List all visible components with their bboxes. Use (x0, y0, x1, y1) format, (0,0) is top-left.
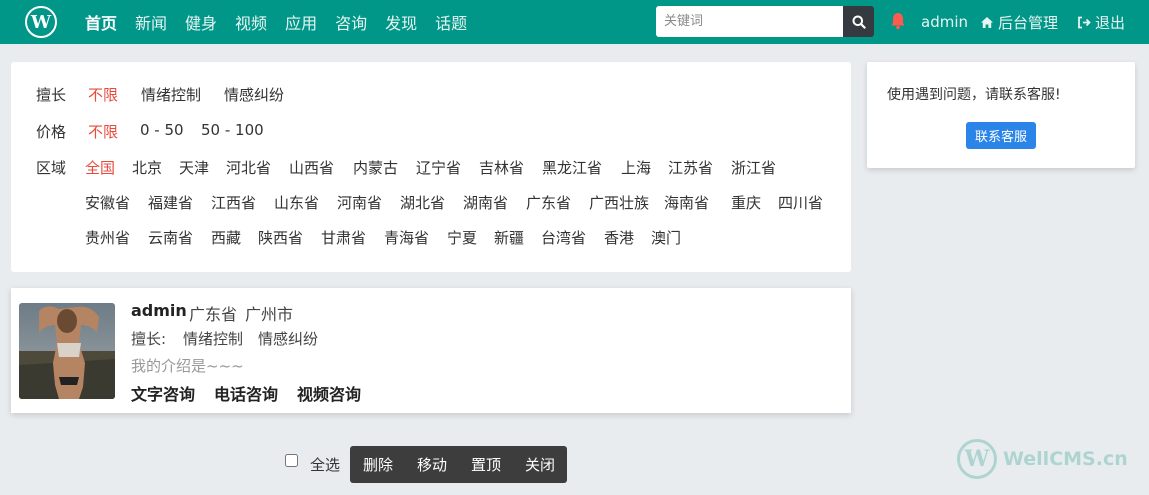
region-option[interactable]: 河北省 (226, 157, 271, 178)
region-option[interactable]: 辽宁省 (416, 157, 461, 178)
search-button[interactable] (843, 6, 874, 37)
skill-option-any[interactable]: 不限 (88, 84, 118, 105)
wellcms-watermark: W WellCMS.cn (957, 437, 1137, 481)
nav-item-video[interactable]: 视频 (235, 10, 267, 34)
site-logo[interactable]: W (25, 6, 57, 38)
region-option[interactable]: 新疆 (494, 227, 524, 248)
search-input[interactable] (656, 6, 843, 37)
video-consult-link[interactable]: 视频咨询 (297, 381, 361, 405)
region-option[interactable]: 浙江省 (731, 157, 776, 178)
region-option[interactable]: 山东省 (274, 192, 319, 213)
delete-button[interactable]: 删除 (350, 446, 405, 483)
region-option[interactable]: 四川省 (778, 192, 823, 213)
nav-item-consult[interactable]: 咨询 (335, 10, 367, 34)
price-option-any[interactable]: 不限 (88, 121, 118, 142)
nav-logout-link[interactable]: 退出 (1077, 0, 1125, 44)
region-option[interactable]: 澳门 (651, 227, 681, 248)
search-icon (852, 15, 866, 29)
home-icon (981, 16, 993, 28)
price-option-0-50[interactable]: 0 - 50 (140, 121, 184, 139)
region-option[interactable]: 全国 (85, 157, 115, 178)
watermark-text: WellCMS.cn (1003, 448, 1128, 470)
nav-item-apps[interactable]: 应用 (285, 10, 317, 34)
user-card: admin 广东省 广州市 擅长: 情绪控制 情感纠纷 我的介绍是~~~ 文字咨… (11, 288, 851, 413)
region-option[interactable]: 香港 (604, 227, 634, 248)
user-intro: 我的介绍是~~~ (131, 357, 244, 375)
region-option[interactable]: 天津 (179, 157, 209, 178)
select-all-label[interactable]: 全选 (310, 454, 340, 475)
logout-icon (1078, 16, 1091, 28)
nav-item-discover[interactable]: 发现 (385, 10, 417, 34)
nav-item-news[interactable]: 新闻 (135, 10, 167, 34)
region-option[interactable]: 青海省 (384, 227, 429, 248)
pin-top-button[interactable]: 置顶 (459, 446, 513, 483)
user-skill-tag[interactable]: 情感纠纷 (258, 328, 318, 349)
region-option[interactable]: 江苏省 (668, 157, 713, 178)
nav-user[interactable]: admin (921, 0, 968, 44)
close-button[interactable]: 关闭 (513, 446, 567, 483)
avatar-photo (19, 303, 115, 399)
price-filter-label: 价格 (36, 123, 67, 141)
skill-option-relationship[interactable]: 情感纠纷 (224, 84, 284, 105)
text-consult-link[interactable]: 文字咨询 (131, 381, 195, 405)
avatar[interactable] (19, 303, 115, 399)
region-option[interactable]: 宁夏 (447, 227, 477, 248)
region-option[interactable]: 安徽省 (85, 192, 130, 213)
region-option[interactable]: 重庆 (731, 192, 761, 213)
nav-admin-label: 后台管理 (998, 13, 1059, 32)
search-box (656, 6, 874, 37)
user-skill-tag[interactable]: 情绪控制 (183, 328, 243, 349)
region-option[interactable]: 内蒙古 (353, 157, 398, 178)
region-option[interactable]: 湖北省 (400, 192, 445, 213)
region-option[interactable]: 湖南省 (463, 192, 508, 213)
region-option[interactable]: 广东省 (526, 192, 571, 213)
nav-admin-link[interactable]: 后台管理 (980, 0, 1058, 44)
move-button[interactable]: 移动 (405, 446, 459, 483)
region-option[interactable]: 上海 (621, 157, 651, 178)
contact-support-button[interactable]: 联系客服 (966, 122, 1036, 149)
phone-consult-link[interactable]: 电话咨询 (214, 381, 278, 405)
filter-panel: 擅长 不限 情绪控制 情感纠纷 价格 不限 0 - 50 50 - 100 区域… (11, 62, 851, 272)
region-option[interactable]: 福建省 (148, 192, 193, 213)
region-option[interactable]: 贵州省 (85, 227, 130, 248)
support-card: 使用遇到问题，请联系客服! 联系客服 (867, 62, 1135, 168)
top-navbar: W 首页 新闻 健身 视频 应用 咨询 发现 话题 admin 后台管理 (0, 0, 1149, 44)
region-option[interactable]: 广西壮族 (589, 192, 649, 213)
main-nav: 首页 新闻 健身 视频 应用 咨询 发现 话题 (85, 0, 485, 44)
region-option[interactable]: 北京 (132, 157, 162, 178)
region-option[interactable]: 吉林省 (479, 157, 524, 178)
region-option[interactable]: 河南省 (337, 192, 382, 213)
watermark-logo: W (957, 439, 997, 479)
region-option[interactable]: 甘肃省 (321, 227, 366, 248)
region-option[interactable]: 台湾省 (541, 227, 586, 248)
nav-item-topics[interactable]: 话题 (435, 10, 467, 34)
region-option[interactable]: 山西省 (289, 157, 334, 178)
nav-item-home[interactable]: 首页 (85, 10, 117, 34)
support-notice: 使用遇到问题，请联系客服! (887, 87, 1061, 103)
bulk-action-group: 删除 移动 置顶 关闭 (350, 446, 568, 483)
region-option[interactable]: 黑龙江省 (542, 157, 602, 178)
price-option-50-100[interactable]: 50 - 100 (201, 121, 264, 139)
region-option[interactable]: 江西省 (211, 192, 256, 213)
region-filter-label: 区域 (36, 159, 67, 177)
region-option[interactable]: 云南省 (148, 227, 193, 248)
skill-filter-label: 擅长 (36, 86, 67, 104)
bell-icon[interactable] (890, 12, 906, 30)
nav-item-fitness[interactable]: 健身 (185, 10, 217, 34)
region-option[interactable]: 陕西省 (258, 227, 303, 248)
region-option[interactable]: 海南省 (664, 192, 709, 213)
skill-option-emotion-control[interactable]: 情绪控制 (141, 84, 201, 105)
region-option[interactable]: 西藏 (211, 227, 241, 248)
user-skill-label: 擅长: (131, 330, 167, 348)
user-name[interactable]: admin (131, 301, 187, 320)
user-city: 广州市 (245, 305, 294, 324)
select-all-checkbox[interactable] (285, 454, 298, 467)
user-province: 广东省 (189, 305, 238, 324)
nav-logout-label: 退出 (1095, 13, 1126, 32)
